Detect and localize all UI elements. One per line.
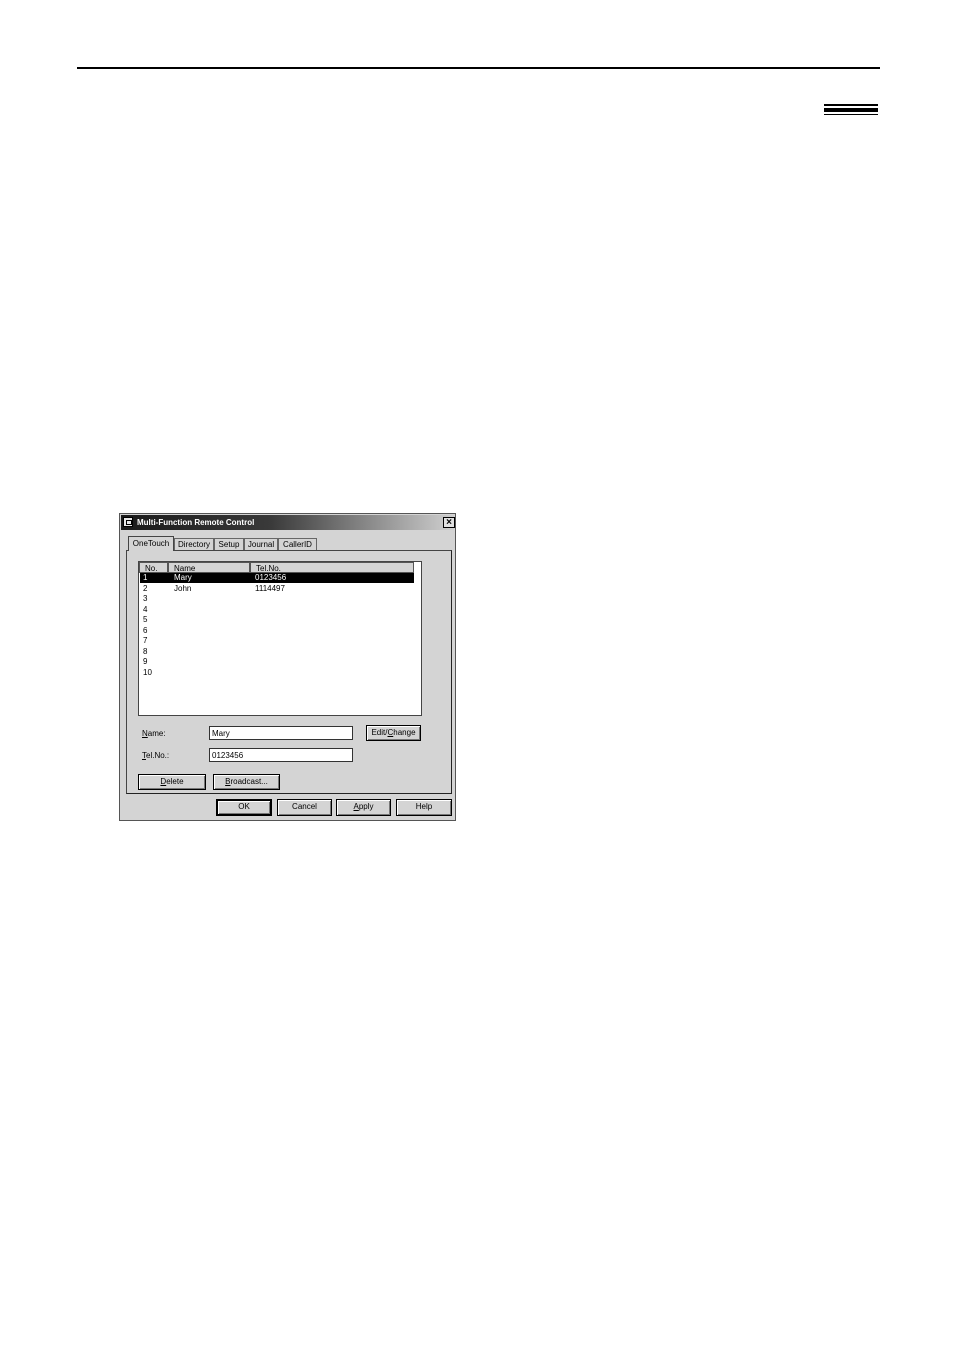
title-bar[interactable]: Multi-Function Remote Control × [121, 515, 455, 530]
list-row[interactable]: 6 [140, 626, 414, 636]
tab-callerid[interactable]: CallerID [278, 538, 317, 550]
tel-label: Tel.No.: [142, 751, 170, 760]
help-button[interactable]: Help [396, 799, 452, 816]
list-row[interactable]: 2 John 1114497 [140, 584, 414, 594]
onetouch-list[interactable]: No. Name Tel.No. 1 Mary 0123456 2 John 11144… [138, 561, 422, 716]
list-row[interactable]: 4 [140, 605, 414, 615]
list-row[interactable]: 1 Mary 0123456 [140, 573, 414, 583]
apply-button[interactable]: Apply [336, 799, 391, 816]
onetouch-panel: No. Name Tel.No. 1 Mary 0123456 2 John 11144… [126, 550, 452, 794]
column-header-tel[interactable]: Tel.No. [250, 562, 414, 573]
close-button[interactable]: × [443, 517, 455, 528]
list-row[interactable]: 9 [140, 657, 414, 667]
delete-button[interactable]: Delete [138, 774, 206, 790]
column-header-no[interactable]: No. [139, 562, 168, 573]
list-row[interactable]: 10 [140, 668, 414, 678]
column-header-name[interactable]: Name [168, 562, 250, 573]
edit-change-button[interactable]: Edit/Change [366, 725, 421, 741]
app-icon [123, 517, 133, 527]
cancel-button[interactable]: Cancel [277, 799, 332, 816]
list-row[interactable]: 3 [140, 594, 414, 604]
top-rule [77, 67, 880, 69]
tel-input[interactable] [209, 748, 353, 762]
broadcast-button[interactable]: Broadcast... [213, 774, 280, 790]
section-marker [824, 104, 878, 115]
list-row[interactable]: 7 [140, 636, 414, 646]
remote-control-dialog: Multi-Function Remote Control × OneTouch… [119, 513, 456, 821]
tab-onetouch[interactable]: OneTouch [128, 536, 174, 551]
name-input[interactable] [209, 726, 353, 740]
list-row[interactable]: 8 [140, 647, 414, 657]
list-header: No. Name Tel.No. [139, 562, 421, 573]
tab-setup[interactable]: Setup [214, 538, 244, 550]
ok-button[interactable]: OK [216, 799, 272, 816]
list-row[interactable]: 5 [140, 615, 414, 625]
tab-journal[interactable]: Journal [244, 538, 278, 550]
name-label: Name: [142, 729, 166, 738]
tab-directory[interactable]: Directory [174, 538, 214, 550]
window-title: Multi-Function Remote Control [137, 518, 255, 527]
